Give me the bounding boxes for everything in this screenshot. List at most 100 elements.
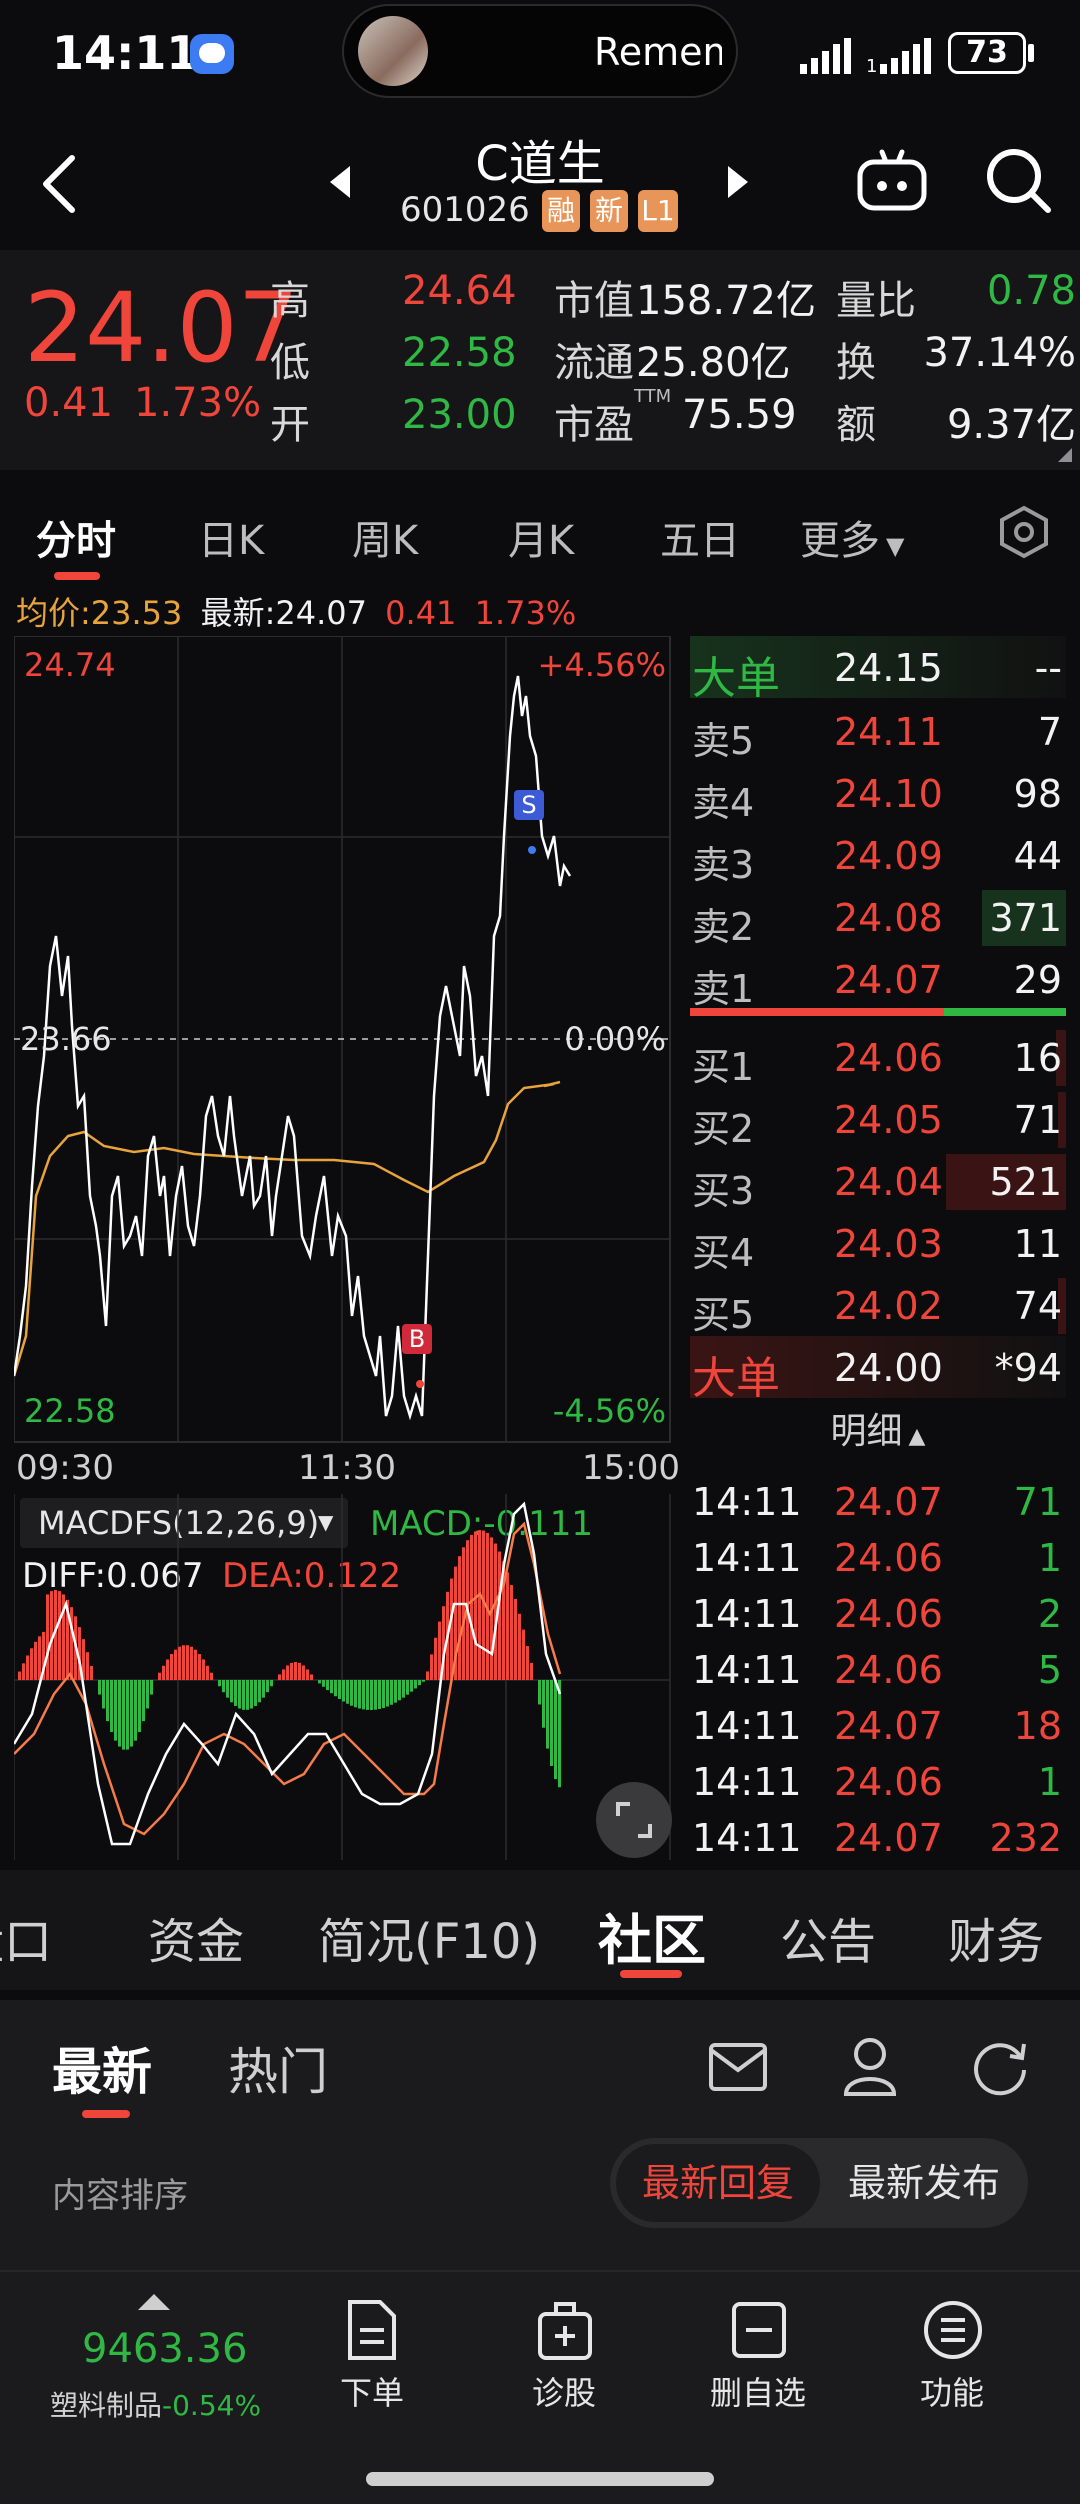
macd-bar bbox=[250, 1680, 253, 1709]
macd-bar bbox=[162, 1665, 165, 1680]
home-indicator[interactable] bbox=[366, 2472, 714, 2486]
badge-margin: 融 bbox=[542, 190, 580, 232]
tab-more[interactable]: 更多 ▼ bbox=[800, 508, 904, 566]
trade-price: 24.06 bbox=[834, 1536, 943, 1580]
order-button[interactable]: 下单 bbox=[302, 2298, 442, 2418]
community-tab-hot[interactable]: 热门 bbox=[228, 2032, 328, 2104]
macd-bar bbox=[238, 1680, 241, 1709]
macd-bar bbox=[270, 1680, 273, 1687]
index-info[interactable]: 塑料制品-0.54% bbox=[50, 2384, 261, 2424]
macd-bar bbox=[46, 1594, 49, 1680]
remove-watchlist-button[interactable]: 删自选 bbox=[688, 2298, 828, 2418]
functions-button[interactable]: 功能 bbox=[882, 2298, 1022, 2418]
diagnose-button[interactable]: 诊股 bbox=[494, 2298, 634, 2418]
tab-announcements[interactable]: 公告 bbox=[780, 1902, 876, 1972]
tab-weekly-k[interactable]: 周K bbox=[352, 508, 418, 566]
macd-bar bbox=[510, 1585, 513, 1680]
turnover-label: 换 bbox=[836, 340, 876, 386]
intraday-chart[interactable]: S B 24.74 +4.56% 23.66 0.00% 22.58 -4.56… bbox=[14, 636, 672, 1446]
buy-sell-ratio-red bbox=[690, 1008, 944, 1016]
bid-row: 买1 24.06 16 bbox=[690, 1026, 1066, 1089]
tab-community[interactable]: 社区 bbox=[598, 1896, 706, 1975]
macd-bar bbox=[262, 1680, 265, 1698]
ask-label: 卖1 bbox=[692, 967, 755, 1011]
sort-toggle: 最新回复 最新发布 bbox=[610, 2138, 1028, 2228]
macd-bar bbox=[202, 1659, 205, 1680]
robot-assistant-icon[interactable] bbox=[856, 148, 928, 212]
macd-bar bbox=[318, 1680, 321, 1684]
expand-corner-icon[interactable] bbox=[1058, 448, 1072, 462]
tab-funds[interactable]: 资金 bbox=[148, 1902, 244, 1972]
tab-intraday[interactable]: 分时 bbox=[36, 508, 116, 566]
macd-bar bbox=[182, 1645, 185, 1680]
trade-volume: 1 bbox=[1037, 1760, 1062, 1804]
user-icon[interactable] bbox=[842, 2036, 898, 2096]
macd-bar bbox=[30, 1648, 33, 1680]
sort-latest-reply[interactable]: 最新回复 bbox=[616, 2144, 820, 2222]
svg-text:1: 1 bbox=[866, 56, 877, 74]
macd-bar bbox=[374, 1680, 377, 1710]
macd-bar bbox=[514, 1598, 517, 1680]
search-icon[interactable] bbox=[984, 146, 1054, 216]
macd-bar bbox=[106, 1680, 109, 1722]
bid-label: 买3 bbox=[692, 1169, 755, 1213]
chart-summary-line: 均价:23.53 最新:24.07 0.41 1.73% bbox=[16, 588, 576, 634]
tab-monthly-k[interactable]: 月K bbox=[508, 508, 574, 566]
wifi-signal-icon bbox=[800, 38, 851, 74]
macd-bar bbox=[338, 1680, 341, 1699]
macd-bar bbox=[342, 1680, 345, 1702]
detail-toggle[interactable]: 明细 ▲ bbox=[690, 1402, 1066, 1462]
macd-bar bbox=[370, 1680, 373, 1710]
tab-financials[interactable]: 财务 bbox=[948, 1902, 1044, 1972]
tab-daily-k[interactable]: 日K bbox=[198, 508, 264, 566]
high-label: 高 bbox=[270, 278, 310, 324]
ask-volume: 29 bbox=[1013, 958, 1062, 1002]
y-top-label: 24.74 bbox=[24, 646, 116, 684]
community-panel: 最新 热门 内容排序 最新回复 最新发布 bbox=[0, 2000, 1080, 2270]
next-stock-icon[interactable] bbox=[726, 164, 750, 200]
community-tab-latest[interactable]: 最新 bbox=[52, 2032, 152, 2104]
macd-bar bbox=[134, 1680, 137, 1741]
macd-bar bbox=[186, 1645, 189, 1680]
macd-bar bbox=[158, 1672, 161, 1680]
trade-price: 24.06 bbox=[834, 1648, 943, 1692]
index-value[interactable]: 9463.36 bbox=[82, 2326, 247, 2372]
big-buy-vol: *94 bbox=[994, 1346, 1062, 1390]
tab-five-day[interactable]: 五日 bbox=[660, 508, 740, 566]
big-buy-price: 24.00 bbox=[834, 1346, 943, 1390]
settings-hexagon-icon[interactable] bbox=[996, 504, 1052, 560]
tab-f10-overview[interactable]: 简况(F10) bbox=[318, 1902, 540, 1972]
macd-bar bbox=[394, 1680, 397, 1703]
macd-bar bbox=[470, 1534, 473, 1680]
bid-label: 买2 bbox=[692, 1107, 755, 1151]
ask-label: 卖2 bbox=[692, 905, 755, 949]
macd-bar bbox=[286, 1665, 289, 1680]
index-expand-icon[interactable] bbox=[138, 2294, 170, 2310]
macd-bar bbox=[298, 1662, 301, 1680]
y-bot-pct: -4.56% bbox=[553, 1392, 666, 1430]
ask-row: 卖5 24.11 7 bbox=[690, 700, 1066, 763]
macd-bar bbox=[246, 1680, 249, 1710]
trade-row: 14:11 24.06 1 bbox=[690, 1532, 1066, 1588]
macd-bar bbox=[114, 1680, 117, 1741]
trade-volume: 232 bbox=[989, 1816, 1062, 1860]
bid-volume: 11 bbox=[1013, 1222, 1062, 1266]
macd-bar bbox=[170, 1653, 173, 1680]
section-active-indicator bbox=[620, 1970, 682, 1978]
tab-order-book[interactable]: 盘口 bbox=[0, 1902, 52, 1972]
mail-icon[interactable] bbox=[708, 2042, 768, 2092]
trade-volume: 18 bbox=[1013, 1704, 1062, 1748]
battery-tip bbox=[1028, 44, 1034, 62]
macd-bar bbox=[266, 1680, 269, 1693]
trade-price: 24.07 bbox=[834, 1816, 943, 1860]
macd-bar bbox=[366, 1680, 369, 1710]
trade-volume: 1 bbox=[1037, 1536, 1062, 1580]
bid-volume: 521 bbox=[989, 1160, 1062, 1204]
fullscreen-button[interactable] bbox=[596, 1782, 672, 1858]
sort-latest-post[interactable]: 最新发布 bbox=[824, 2144, 1024, 2222]
big-sell-label: 大单 bbox=[692, 653, 780, 704]
ask-volume: 7 bbox=[1037, 710, 1062, 754]
trade-volume: 2 bbox=[1037, 1592, 1062, 1636]
refresh-icon[interactable] bbox=[970, 2036, 1032, 2098]
dynamic-island-notification[interactable]: Remem bbox=[342, 4, 738, 98]
